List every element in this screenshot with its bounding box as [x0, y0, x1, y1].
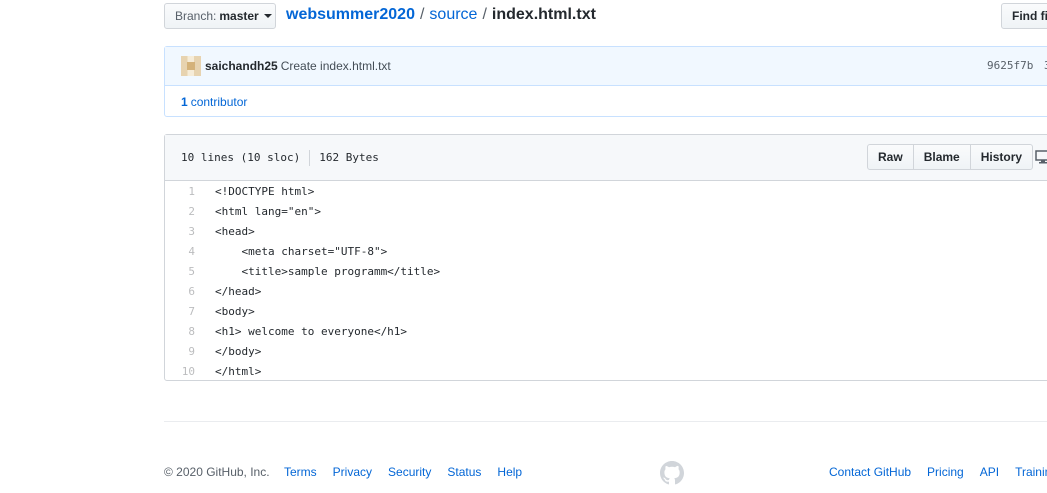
site-footer: © 2020 GitHub, Inc. Terms Privacy Securi… [164, 461, 1047, 485]
line-number[interactable]: 7 [165, 305, 205, 318]
footer-links-left: Terms Privacy Security Status Help [284, 465, 538, 479]
line-content: <!DOCTYPE html> [215, 184, 315, 198]
line-number[interactable]: 6 [165, 285, 205, 298]
find-file-button[interactable]: Find fi [1001, 3, 1047, 29]
blame-button[interactable]: Blame [912, 144, 971, 170]
footer-link-status[interactable]: Status [447, 465, 481, 479]
breadcrumb-separator: / [482, 6, 487, 23]
line-content: <html lang="en"> [215, 204, 321, 218]
code-line: 1 <!DOCTYPE html> [165, 181, 1047, 201]
commit-header: saichandh25 Create index.html.txt 9625f7… [165, 47, 1047, 86]
file-info-divider [309, 150, 311, 166]
file-navigation: Branch: master websummer2020/source / inde… [164, 3, 1047, 31]
code-line: 10 </html> [165, 361, 1047, 381]
footer-link-training[interactable]: Trainin [1015, 465, 1047, 479]
latest-commit-box: saichandh25 Create index.html.txt 9625f7… [164, 46, 1047, 117]
line-content: <head> [215, 224, 255, 238]
line-number[interactable]: 3 [165, 225, 205, 238]
line-number[interactable]: 5 [165, 265, 205, 278]
line-content: <h1> welcome to everyone</h1> [215, 324, 408, 338]
branch-value: master [219, 9, 259, 23]
line-content: </head> [215, 284, 262, 298]
code-line: 3 <head> [165, 221, 1047, 241]
history-button[interactable]: History [969, 144, 1034, 170]
line-number[interactable]: 1 [165, 185, 205, 198]
footer-link-security[interactable]: Security [388, 465, 431, 479]
footer-link-pricing[interactable]: Pricing [927, 465, 964, 479]
footer-link-contact[interactable]: Contact GitHub [829, 465, 911, 479]
commit-message-link[interactable]: Create index.html.txt [281, 59, 391, 73]
caret-down-icon [263, 14, 272, 18]
file-size: 162 Bytes [319, 151, 379, 164]
file-viewer: 10 lines (10 sloc) 162 Bytes Raw Blame Hi… [164, 134, 1047, 381]
breadcrumb-folder-link[interactable]: source [429, 6, 477, 23]
line-content: <body> [215, 304, 255, 318]
line-content: <title>sample programm</title> [215, 264, 441, 278]
code-table: 1 <!DOCTYPE html> 2 <html lang="en"> 3 <hea… [165, 181, 1047, 381]
breadcrumb-repo-link[interactable]: websummer2020 [286, 6, 415, 23]
desktop-icon[interactable] [1035, 149, 1047, 168]
line-number[interactable]: 9 [165, 345, 205, 358]
file-actions: Raw Blame History [867, 144, 1034, 170]
raw-button[interactable]: Raw [867, 144, 914, 170]
footer-links-right: Contact GitHub Pricing API Trainin [829, 465, 1047, 479]
code-line: 4 <meta charset="UTF-8"> [165, 241, 1047, 261]
contributors-row: 1 contributor [165, 86, 1047, 118]
line-number[interactable]: 2 [165, 205, 205, 218]
code-line: 5 <title>sample programm</title> [165, 261, 1047, 281]
file-info: 10 lines (10 sloc) 162 Bytes [181, 150, 379, 166]
branch-label: Branch: [175, 9, 217, 23]
line-number[interactable]: 4 [165, 245, 205, 258]
commit-author-link[interactable]: saichandh25 [205, 59, 278, 73]
commit-sha-link[interactable]: 9625f7b [987, 59, 1033, 72]
file-lines-info: 10 lines (10 sloc) [181, 151, 301, 164]
footer-link-terms[interactable]: Terms [284, 465, 317, 479]
breadcrumb-file-name: index.html.txt [491, 6, 596, 23]
code-line: 9 </body> [165, 341, 1047, 361]
line-content: <meta charset="UTF-8"> [215, 244, 388, 258]
line-content: </html> [215, 364, 262, 378]
line-number[interactable]: 8 [165, 325, 205, 338]
breadcrumb-separator: / [419, 6, 425, 23]
footer-copyright: © 2020 GitHub, Inc. [164, 465, 270, 479]
branch-select-button[interactable]: Branch: master [164, 3, 276, 29]
code-line: 6 </head> [165, 281, 1047, 301]
code-line: 7 <body> [165, 301, 1047, 321]
line-content: </body> [215, 344, 262, 358]
code-line: 8 <h1> welcome to everyone</h1> [165, 321, 1047, 341]
file-header: 10 lines (10 sloc) 162 Bytes Raw Blame Hi… [165, 135, 1047, 181]
line-number[interactable]: 10 [165, 365, 205, 378]
footer-link-help[interactable]: Help [497, 465, 522, 479]
code-line: 2 <html lang="en"> [165, 201, 1047, 221]
contributors-label: contributor [190, 95, 248, 109]
footer-divider [164, 421, 1047, 422]
footer-link-privacy[interactable]: Privacy [333, 465, 372, 479]
contributors-link[interactable]: 1 contributor [181, 95, 247, 109]
breadcrumb: websummer2020/source / index.html.txt [286, 6, 596, 24]
avatar[interactable] [181, 56, 201, 76]
footer-link-api[interactable]: API [980, 465, 999, 479]
contributors-count: 1 [181, 95, 188, 109]
github-mark-icon[interactable] [660, 461, 684, 488]
